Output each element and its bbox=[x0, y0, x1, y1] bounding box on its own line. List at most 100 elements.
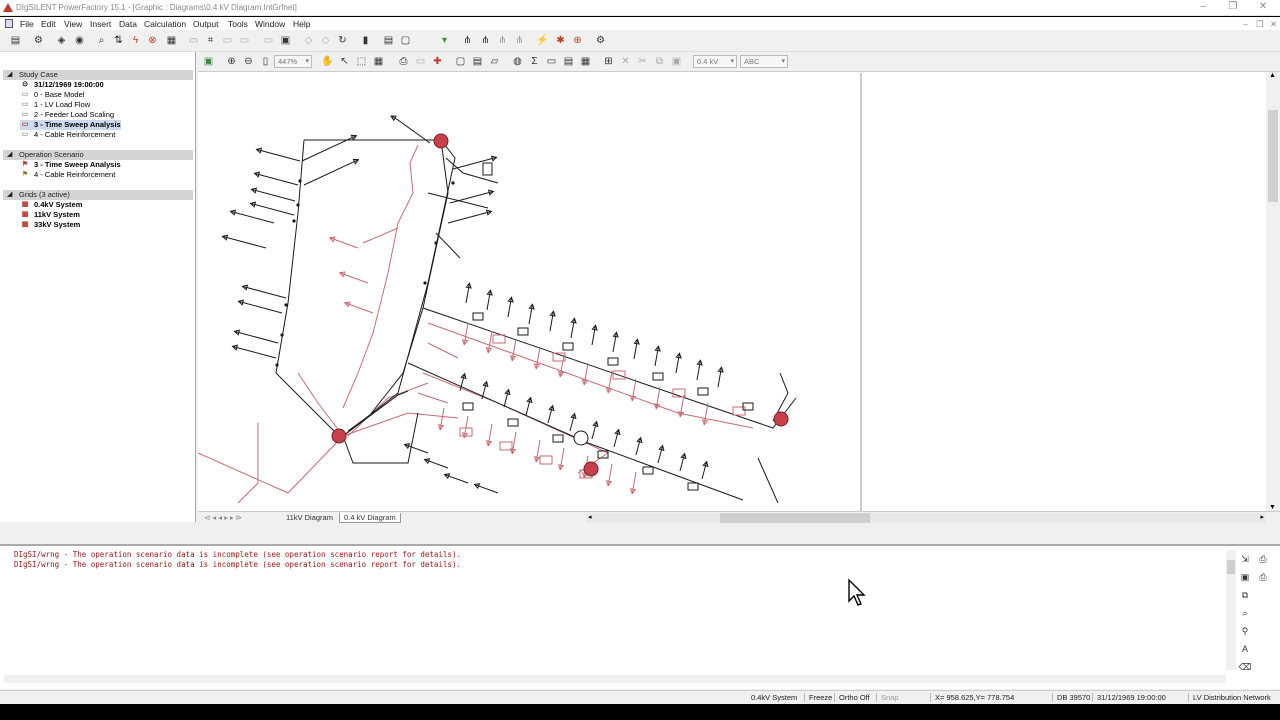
output-line[interactable]: DIgSI/wrng - The operation scenario data… bbox=[14, 560, 461, 569]
study-case-time[interactable]: ⊙ 31/12/1969 19:00:00 bbox=[20, 80, 104, 90]
graph-icon[interactable]: ⌗ bbox=[204, 34, 217, 47]
pan-icon[interactable]: ✋ bbox=[321, 55, 334, 68]
menu-window[interactable]: Window bbox=[255, 19, 285, 29]
single-line-diagram[interactable] bbox=[198, 73, 862, 511]
tab-scroll-arrows[interactable]: ⊲ ◂ ◂ ▸ ▸ ⊳ bbox=[200, 513, 246, 523]
table-icon[interactable]: ▤ bbox=[382, 34, 395, 47]
collapse-icon[interactable]: ◢ bbox=[7, 150, 12, 160]
menu-data[interactable]: Data bbox=[119, 19, 137, 29]
network-icon-1[interactable]: ⋔ bbox=[461, 34, 474, 47]
output-horizontal-scrollbar[interactable] bbox=[4, 675, 1226, 683]
scroll-down-icon[interactable]: ▼ bbox=[1269, 504, 1276, 511]
copy-icon[interactable]: ⧉ bbox=[1238, 588, 1252, 602]
study-case-item[interactable]: ▭ 2 - Feeder Load Scaling bbox=[20, 110, 114, 120]
mdi-restore-icon[interactable]: ❐ bbox=[1256, 19, 1264, 30]
fault-icon-2[interactable]: ✱ bbox=[554, 34, 567, 47]
menu-tools[interactable]: Tools bbox=[228, 19, 248, 29]
menu-view[interactable]: View bbox=[64, 19, 82, 29]
script-icon[interactable]: ▮ bbox=[359, 34, 372, 47]
study-case-section[interactable]: ◢ Study Case bbox=[3, 70, 193, 80]
clear-icon[interactable]: ⌫ bbox=[1238, 660, 1252, 674]
search-icon[interactable]: ⌕ bbox=[95, 34, 108, 47]
scroll-left-icon[interactable]: ◂ bbox=[588, 513, 592, 521]
print-icon[interactable]: ⎙ bbox=[1256, 570, 1270, 584]
close-icon[interactable]: ✕ bbox=[1256, 1, 1270, 12]
open-icon[interactable]: ⇲ bbox=[1238, 552, 1252, 566]
grid-layout-icon[interactable]: ▦ bbox=[579, 55, 592, 68]
tab-04kv-diagram[interactable]: 0.4 kV Diagram bbox=[339, 513, 401, 523]
horizontal-scrollbar[interactable]: ◂ ▸ bbox=[586, 513, 1266, 523]
collapse-icon[interactable]: ◢ bbox=[7, 70, 12, 80]
open-folder-icon[interactable]: ▱ bbox=[488, 55, 501, 68]
layer-icon[interactable]: ▦ bbox=[372, 55, 385, 68]
refresh-icon[interactable]: ↻ bbox=[336, 34, 349, 47]
study-case-item[interactable]: ▭ 4 - Cable Reinforcement bbox=[20, 130, 116, 140]
study-case-icon[interactable]: ◈ bbox=[55, 34, 68, 47]
fault-icon-3[interactable]: ⊕ bbox=[571, 34, 584, 47]
status-snap[interactable]: Snap bbox=[876, 693, 899, 702]
menu-calculation[interactable]: Calculation bbox=[144, 19, 186, 29]
scroll-right-icon[interactable]: ▸ bbox=[1260, 513, 1264, 521]
insert-icon[interactable]: ✚ bbox=[431, 55, 444, 68]
short-circuit-icon[interactable]: ϟ bbox=[129, 34, 142, 47]
data-manager-icon[interactable]: ▤ bbox=[9, 34, 22, 47]
tab-11kv-diagram[interactable]: 11kV Diagram bbox=[282, 513, 337, 523]
grid-item[interactable]: ▩ 0.4kV System bbox=[20, 200, 83, 210]
find-icon[interactable]: ⚲ bbox=[1238, 624, 1252, 638]
network-icon-2[interactable]: ⋔ bbox=[479, 34, 492, 47]
reset-calculation-icon[interactable]: ⊗ bbox=[146, 34, 159, 47]
grids-section[interactable]: ◢ Grids (3 active) bbox=[3, 190, 193, 200]
output-line[interactable]: DIgSI/wrng - The operation scenario data… bbox=[14, 550, 461, 559]
status-freeze[interactable]: Freeze bbox=[804, 693, 832, 702]
settings-icon[interactable]: ⚙ bbox=[594, 34, 607, 47]
filter-icon[interactable]: ⌕ bbox=[1238, 606, 1252, 620]
study-case-item[interactable]: ▭ 1 - LV Load Flow bbox=[20, 100, 90, 110]
window-icon[interactable]: ▢ bbox=[399, 34, 412, 47]
scroll-thumb[interactable] bbox=[720, 513, 870, 523]
zoom-all-icon[interactable]: ▯ bbox=[259, 55, 272, 68]
select-icon[interactable]: ↖ bbox=[338, 55, 351, 68]
minimize-icon[interactable]: – bbox=[1196, 1, 1210, 12]
menu-edit[interactable]: Edit bbox=[41, 19, 56, 29]
voltage-select[interactable]: 0.4 kV ▾ bbox=[693, 55, 737, 68]
scenario-item[interactable]: ⚑ 4 - Cable Reinforcement bbox=[20, 170, 115, 180]
maximize-icon[interactable]: ❐ bbox=[1226, 1, 1240, 12]
study-case-item-active[interactable]: ▭ 3 - Time Sweep Analysis bbox=[20, 120, 121, 130]
diagram-layout-icon[interactable]: ⊞ bbox=[602, 55, 615, 68]
result-box-icon[interactable]: ▭ bbox=[545, 55, 558, 68]
menu-output[interactable]: Output bbox=[193, 19, 219, 29]
scroll-up-icon[interactable]: ▲ bbox=[1269, 72, 1276, 79]
edit-relevant-objects-icon[interactable]: ⚙ bbox=[32, 34, 45, 47]
rectangle-select-icon[interactable]: ⬚ bbox=[355, 55, 368, 68]
diagram-svg[interactable] bbox=[198, 73, 862, 511]
collapse-icon[interactable]: ◢ bbox=[7, 190, 12, 200]
vertical-scrollbar[interactable]: ▲ ▼ bbox=[1266, 72, 1280, 511]
grid-item[interactable]: ▩ 11kV System bbox=[20, 210, 80, 220]
new-page-icon[interactable]: ▢ bbox=[454, 55, 467, 68]
zoom-level-select[interactable]: 447% ▾ bbox=[274, 55, 312, 68]
print-icon[interactable]: ⎙ bbox=[397, 55, 410, 68]
study-case-item[interactable]: ▭ 0 - Base Model bbox=[20, 90, 85, 100]
font-icon[interactable]: A bbox=[1238, 642, 1252, 656]
status-ortho[interactable]: Ortho Off bbox=[834, 693, 870, 702]
operation-scenario-section[interactable]: ◢ Operation Scenario bbox=[3, 150, 193, 160]
grid-item[interactable]: ▩ 33kV System bbox=[20, 220, 81, 230]
scroll-thumb[interactable] bbox=[1227, 560, 1235, 574]
dropdown-arrow-icon[interactable]: ▾ bbox=[438, 34, 451, 47]
fault-icon-1[interactable]: ⚡ bbox=[536, 34, 549, 47]
printer-icon[interactable]: ⎙ bbox=[1256, 552, 1270, 566]
menu-file[interactable]: File bbox=[20, 19, 34, 29]
report-icon[interactable]: ▦ bbox=[165, 34, 178, 47]
colour-icon[interactable]: ◍ bbox=[511, 55, 524, 68]
table-icon[interactable]: ▤ bbox=[562, 55, 575, 68]
output-vertical-scrollbar[interactable] bbox=[1226, 550, 1236, 670]
scroll-thumb[interactable] bbox=[1268, 110, 1278, 202]
mdi-minimize-icon[interactable]: – bbox=[1243, 19, 1248, 29]
document-icon[interactable] bbox=[5, 19, 13, 28]
view-splitter[interactable] bbox=[860, 73, 862, 511]
scenario-icon[interactable]: ◉ bbox=[73, 34, 86, 47]
network-icon-4[interactable]: ⋔ bbox=[513, 34, 526, 47]
save-icon[interactable]: ▣ bbox=[1238, 570, 1252, 584]
zoom-in-icon[interactable]: ⊕ bbox=[225, 55, 238, 68]
sigma-icon[interactable]: Σ bbox=[528, 55, 541, 68]
